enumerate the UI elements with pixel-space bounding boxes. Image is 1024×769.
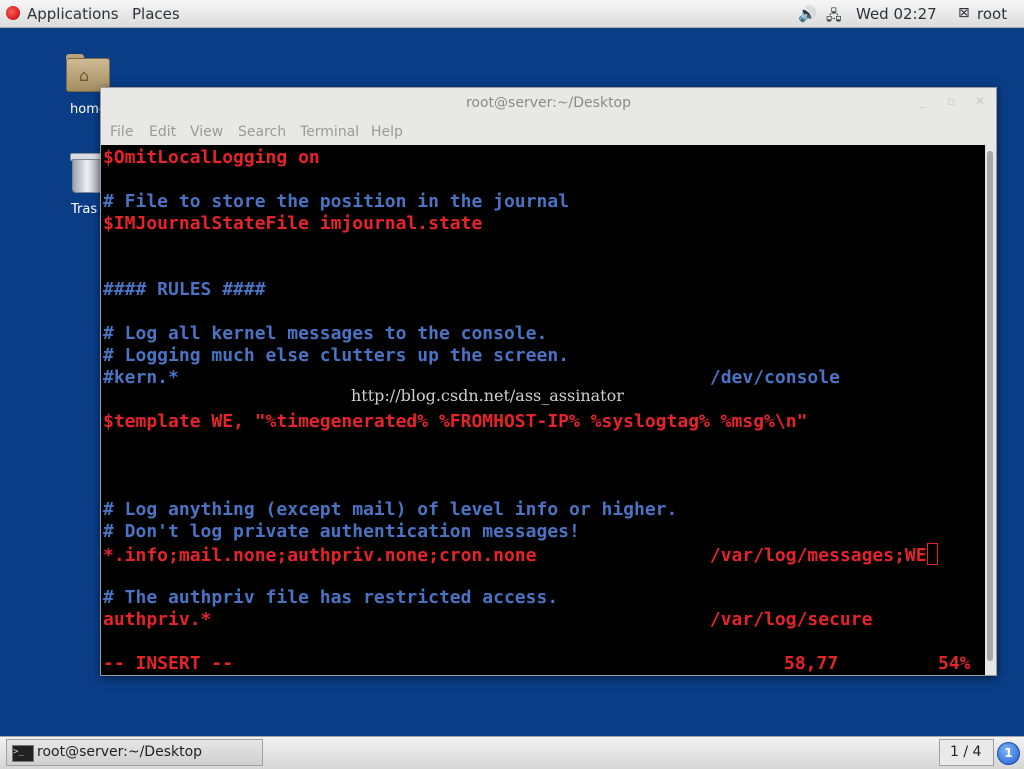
menu-help[interactable]: Help: [371, 124, 403, 140]
bottom-panel: >_ root@server:~/Desktop 1 / 4 1: [0, 736, 1024, 769]
scrollbar-thumb[interactable]: [987, 151, 993, 661]
workspace-switcher[interactable]: 1 / 4: [939, 739, 994, 766]
trash-label[interactable]: Tras: [71, 202, 97, 217]
menu-view[interactable]: View: [190, 124, 223, 140]
terminal-line: # The authpriv file has restricted acces…: [103, 587, 559, 608]
user-menu[interactable]: root: [977, 5, 1007, 23]
close-button[interactable]: ✕: [975, 94, 985, 108]
watermark: http://blog.csdn.net/ass_assinator: [351, 386, 624, 405]
redhat-logo-icon[interactable]: [6, 6, 20, 20]
terminal-line: # Logging much else clutters up the scre…: [103, 345, 569, 366]
top-panel: Applications Places 🔊 🖧 Wed 02:27 ⊠ root: [0, 0, 1024, 28]
vim-cursor-position: 58,77: [784, 653, 839, 674]
terminal-line: # Don't log private authentication messa…: [103, 521, 580, 542]
terminal-window: root@server:~/Desktop _ ▫ ✕ File Edit Vi…: [100, 87, 997, 676]
window-title: root@server:~/Desktop: [465, 95, 632, 111]
clock[interactable]: Wed 02:27: [856, 5, 937, 23]
terminal-line: #kern.* /dev/console: [103, 367, 840, 388]
vim-scroll-percent: 54%: [938, 653, 971, 674]
terminal-icon: >_: [12, 745, 34, 762]
terminal-line: $OmitLocalLogging on: [103, 147, 320, 168]
terminal-line: $template WE, "%timegenerated% %FROMHOST…: [103, 411, 808, 432]
terminal-scrollbar[interactable]: [985, 145, 996, 675]
trash-icon[interactable]: [70, 153, 104, 193]
menu-search[interactable]: Search: [238, 124, 286, 140]
terminal-line: # File to store the position in the jour…: [103, 191, 569, 212]
taskbar-label: root@server:~/Desktop: [37, 744, 203, 760]
applications-menu[interactable]: Applications: [27, 5, 119, 23]
menu-edit[interactable]: Edit: [149, 124, 176, 140]
workspace-label: 1 / 4: [950, 744, 982, 760]
taskbar-terminal-button[interactable]: >_ root@server:~/Desktop: [6, 739, 263, 766]
menubar: File Edit View Search Terminal Help: [101, 122, 996, 144]
terminal-line: # Log anything (except mail) of level in…: [103, 499, 678, 520]
terminal-line: *.info;mail.none;authpriv.none;cron.none…: [103, 543, 938, 566]
terminal-line-text: *.info;mail.none;authpriv.none;cron.none…: [103, 545, 927, 566]
text-cursor: [926, 543, 938, 565]
terminal-line: authpriv.* /var/log/secure: [103, 609, 873, 630]
menu-file[interactable]: File: [110, 124, 133, 140]
terminal-line: $IMJournalStateFile imjournal.state: [103, 213, 483, 234]
menu-terminal[interactable]: Terminal: [300, 124, 359, 140]
terminal-line: #### RULES ####: [103, 279, 266, 300]
notification-icon[interactable]: 1: [997, 742, 1020, 765]
minimize-button[interactable]: _: [919, 94, 925, 108]
network-icon[interactable]: 🖧: [826, 5, 842, 29]
window-titlebar[interactable]: root@server:~/Desktop _ ▫ ✕: [101, 88, 996, 118]
vim-mode-indicator: -- INSERT --: [103, 653, 234, 674]
volume-icon[interactable]: 🔊: [798, 5, 817, 23]
terminal-area[interactable]: $OmitLocalLogging on # File to store the…: [101, 145, 985, 675]
maximize-button[interactable]: ▫: [947, 94, 955, 108]
terminal-line: # Log all kernel messages to the console…: [103, 323, 548, 344]
user-icon[interactable]: ⊠: [958, 5, 970, 21]
places-menu[interactable]: Places: [132, 5, 180, 23]
